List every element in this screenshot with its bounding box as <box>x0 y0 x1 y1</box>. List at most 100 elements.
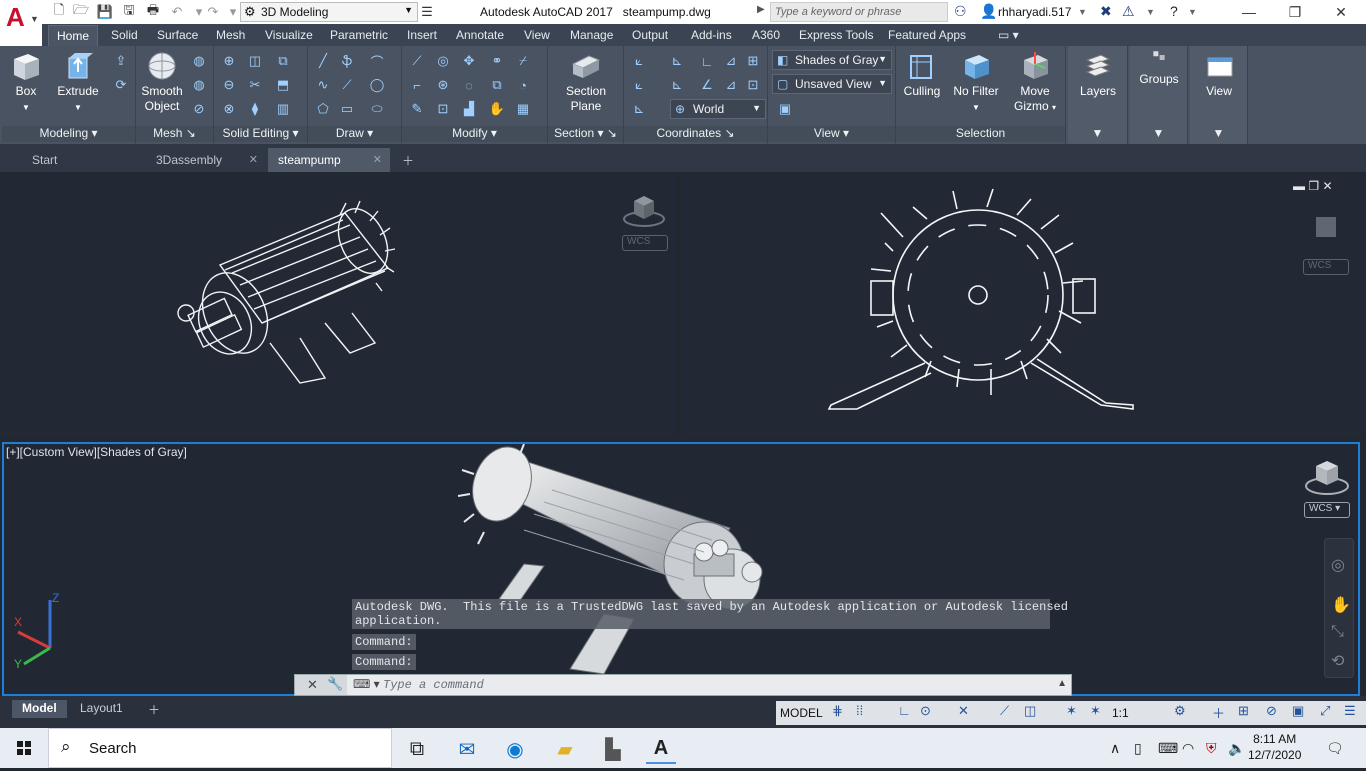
workspace-dropdown[interactable]: ⚙ 3D Modeling ▼ <box>240 2 418 22</box>
a360-icon[interactable]: ⚠ <box>1122 3 1135 20</box>
tab-surface[interactable]: Surface <box>149 25 206 46</box>
viewcube[interactable] <box>622 191 666 229</box>
intersect-icon[interactable]: ⊗ <box>220 100 238 118</box>
units-icon[interactable]: ⊞ <box>1238 703 1249 719</box>
groups-expand-icon[interactable]: ▼ <box>1130 126 1187 142</box>
tab-visualize[interactable]: Visualize <box>257 25 321 46</box>
clean-screen-icon[interactable]: ⤢ <box>1320 703 1330 719</box>
ucs-dynamic-icon[interactable]: ⟋ <box>1000 703 1009 719</box>
close-tab-icon[interactable]: ✕ <box>373 153 382 166</box>
rectangle-icon[interactable]: ▭ <box>338 100 356 118</box>
new-file-icon[interactable]: 🗋 <box>50 2 68 21</box>
tab-express-tools[interactable]: Express Tools <box>791 25 881 46</box>
stretch-icon[interactable]: ▟ <box>460 100 478 118</box>
groups-button[interactable]: Groups <box>1134 50 1184 87</box>
ucs-view-icon[interactable]: ⊿ <box>722 52 740 70</box>
thicken-icon[interactable]: ⧫ <box>246 100 264 118</box>
save-icon[interactable]: 💾 <box>96 3 114 21</box>
tab-solid[interactable]: Solid <box>103 25 146 46</box>
panel-title[interactable]: Modeling ▾ <box>2 126 135 142</box>
wcs-menu[interactable]: WCS <box>1303 259 1349 275</box>
rotate-icon[interactable]: ⊛ <box>434 76 452 94</box>
isolate-objects-icon[interactable]: ⊘ <box>1266 703 1277 719</box>
taskbar-search[interactable]: ⌕ Search <box>48 728 392 768</box>
viewcube[interactable] <box>1304 458 1350 498</box>
clock[interactable]: 8:11 AM 12/7/2020 <box>1248 731 1301 763</box>
add-layout-button[interactable]: ＋ <box>138 700 170 718</box>
edge-icon[interactable]: ◉ <box>500 734 530 764</box>
chevron-down-icon[interactable]: ▼ <box>1078 7 1087 17</box>
tab-mesh[interactable]: Mesh <box>208 25 253 46</box>
tab-view[interactable]: View <box>516 25 558 46</box>
tab-model[interactable]: Model <box>12 700 67 718</box>
array-icon[interactable]: ▦ <box>514 100 532 118</box>
move-gizmo-button[interactable]: Move Gizmo ▾ <box>1008 50 1062 115</box>
view-expand-icon[interactable]: ▼ <box>1190 126 1247 142</box>
fillet-icon[interactable]: ⌐ <box>408 76 426 94</box>
restore-button[interactable]: ❐ <box>1272 2 1318 22</box>
search-expand-icon[interactable]: ▶ <box>757 4 765 15</box>
hardware-acceleration-icon[interactable]: ▣ <box>1292 703 1304 719</box>
ortho-icon[interactable]: ∟ <box>898 703 911 718</box>
grid-icon[interactable]: ⋕ <box>832 703 843 719</box>
customize-menu-icon[interactable]: ☰ <box>1344 703 1356 719</box>
3d-rotate-icon[interactable]: ◎ <box>434 52 452 70</box>
file-tab-3dassembly[interactable]: 3Dassembly ✕ <box>146 148 266 172</box>
chevron-down-icon[interactable]: ▼ <box>1146 7 1155 17</box>
polyline-icon[interactable]: ⟋ <box>338 76 356 94</box>
ucs-world-icon[interactable]: ⊾ <box>630 100 648 118</box>
wcs-menu[interactable]: WCS ▾ <box>1304 502 1350 518</box>
battery-icon[interactable]: ▯ <box>1134 740 1142 757</box>
tab-manage[interactable]: Manage <box>562 25 621 46</box>
start-button[interactable] <box>0 728 48 768</box>
section-plane-button[interactable]: Section Plane <box>558 50 614 114</box>
tab-insert[interactable]: Insert <box>399 25 445 46</box>
visual-style-dropdown[interactable]: ◧ Shades of Gray ▼ <box>772 50 892 70</box>
extrude-faces-icon[interactable]: ⧉ <box>274 52 292 70</box>
viewport-config-icon[interactable]: ▣ <box>776 100 794 118</box>
spline-icon[interactable]: ∿ <box>314 76 332 94</box>
keyboard-icon[interactable]: ⌨ <box>1158 740 1178 757</box>
close-button[interactable]: ✕ <box>1318 2 1364 22</box>
pan-icon[interactable]: ✋ <box>1331 595 1351 615</box>
wrench-icon[interactable]: 🔧 <box>327 676 343 692</box>
tab-layout1[interactable]: Layout1 <box>70 700 133 718</box>
binoculars-icon[interactable]: ⚇ <box>954 3 967 20</box>
customize-qat-icon[interactable]: ☰ <box>418 3 436 21</box>
line-icon[interactable]: ╱ <box>314 52 332 70</box>
tab-parametric[interactable]: Parametric <box>322 25 396 46</box>
close-tab-icon[interactable]: ✕ <box>249 153 258 166</box>
layers-expand-icon[interactable]: ▼ <box>1068 126 1127 142</box>
steering-wheel-icon[interactable]: ◎ <box>1331 555 1345 575</box>
tab-featured-apps[interactable]: Featured Apps <box>880 25 974 46</box>
volume-icon[interactable]: 🔈 <box>1228 740 1245 757</box>
panel-title[interactable]: Selection <box>896 126 1065 142</box>
tab-home[interactable]: Home <box>48 25 99 46</box>
save-as-icon[interactable]: 🖫 <box>120 2 138 21</box>
application-menu-button[interactable]: A ▼ <box>0 0 42 46</box>
file-explorer-icon[interactable]: ▰ <box>550 734 580 764</box>
chamfer-icon[interactable]: ◔ <box>514 76 532 94</box>
help-icon[interactable]: ? <box>1170 3 1178 19</box>
security-icon[interactable]: ⛨ <box>1206 740 1217 757</box>
viewport-controls[interactable]: ▬ ❐ ✕ <box>1293 179 1333 193</box>
scale-icon[interactable]: ⊡ <box>434 100 452 118</box>
arc-icon[interactable]: ⌒ <box>368 52 386 70</box>
orbit-icon[interactable]: ⟲ <box>1331 651 1344 671</box>
minimize-viewport-icon[interactable]: ▬ <box>1293 179 1305 193</box>
auto-scale-icon[interactable]: ✶ <box>1090 703 1101 719</box>
command-line-grip[interactable]: ✕ 🔧 <box>295 675 347 695</box>
circle-icon[interactable]: ◯ <box>368 76 386 94</box>
extrude-button[interactable]: Extrude ▼ <box>54 50 102 115</box>
plot-icon[interactable]: 🖶 <box>144 2 162 21</box>
ucs-z-icon[interactable]: ∠ <box>698 76 716 94</box>
trim-icon[interactable]: ⟋ <box>408 52 426 70</box>
user-icon[interactable]: 👤 <box>980 3 997 20</box>
ucs-object-icon[interactable]: ⊞ <box>744 52 762 70</box>
chevron-down-icon[interactable]: ▼ <box>1188 7 1197 17</box>
copy-icon[interactable]: ⧉ <box>488 76 506 94</box>
open-file-icon[interactable]: 🗁 <box>72 2 90 21</box>
ribbon-minimize-icon[interactable]: ▭ ▾ <box>990 25 1027 46</box>
wcs-menu[interactable]: WCS <box>622 235 668 251</box>
minimize-button[interactable]: — <box>1226 2 1272 22</box>
